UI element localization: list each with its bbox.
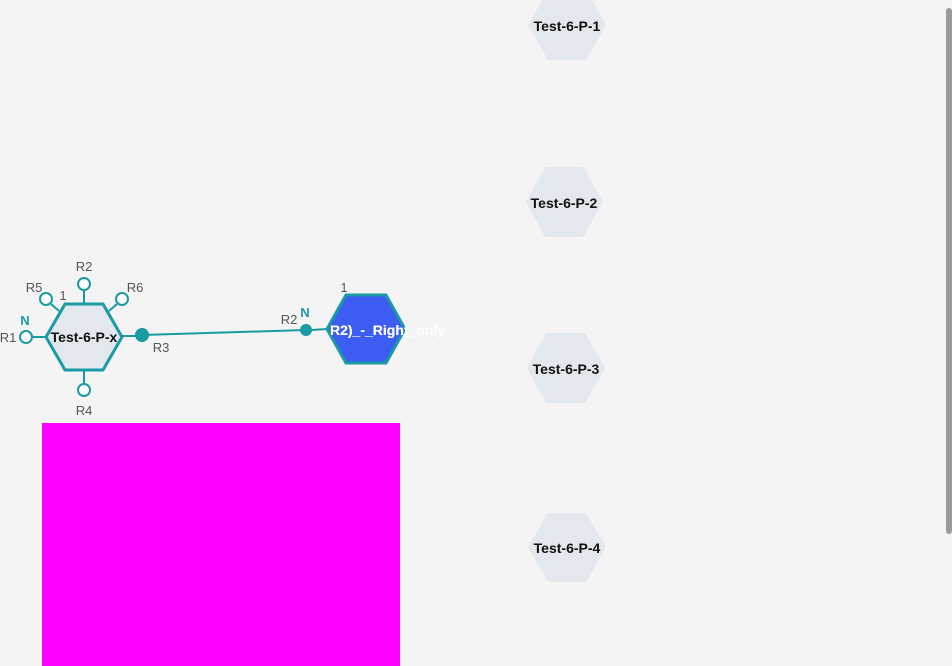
monomer-index: 1: [59, 288, 66, 303]
bond-line[interactable]: [141, 329, 307, 336]
monomer-label: Test-6-P-x: [51, 329, 118, 345]
palette-item-test-6-p-3[interactable]: Test-6-P-3: [527, 333, 605, 403]
vertical-scrollbar[interactable]: [946, 8, 952, 534]
monomer-r2-right-only[interactable]: R2)_-_Right_only R2)_-_Right_only 1 R2 N: [281, 280, 446, 365]
r5-stem: [50, 303, 60, 312]
palette-item-label: Test-6-P-2: [531, 195, 598, 211]
monomer-index: 1: [340, 280, 347, 295]
monomer-test-6-p-x[interactable]: Test-6-P-x 1 R1 R2 R3 R4 R5 R6 N: [0, 259, 169, 418]
attachment-point-r4[interactable]: [77, 383, 91, 397]
attachment-point-r2[interactable]: [77, 277, 91, 291]
n-terminal-label: N: [300, 305, 309, 320]
magenta-rectangle: [42, 423, 400, 666]
r6-stem: [108, 303, 118, 312]
r5-label: R5: [26, 280, 43, 295]
n-terminal-label: N: [20, 313, 29, 328]
r2-label: R2: [76, 259, 93, 274]
attachment-point-r3[interactable]: [135, 328, 149, 342]
attachment-point-r1[interactable]: [19, 330, 33, 344]
attachment-point-r2[interactable]: [300, 324, 312, 336]
palette-item-test-6-p-1[interactable]: Test-6-P-1: [528, 0, 606, 60]
palette-item-label: Test-6-P-3: [533, 361, 600, 377]
r3-label: R3: [153, 340, 170, 355]
r4-label: R4: [76, 403, 93, 418]
palette-item-label: Test-6-P-1: [534, 18, 601, 34]
r1-label: R1: [0, 330, 16, 345]
palette-item-test-6-p-2[interactable]: Test-6-P-2: [526, 167, 603, 237]
palette-item-label: Test-6-P-4: [534, 540, 601, 556]
palette-item-test-6-p-4[interactable]: Test-6-P-4: [528, 513, 606, 582]
r2-label: R2: [281, 312, 298, 327]
r6-label: R6: [127, 280, 144, 295]
r2-stem-b: [311, 328, 328, 331]
